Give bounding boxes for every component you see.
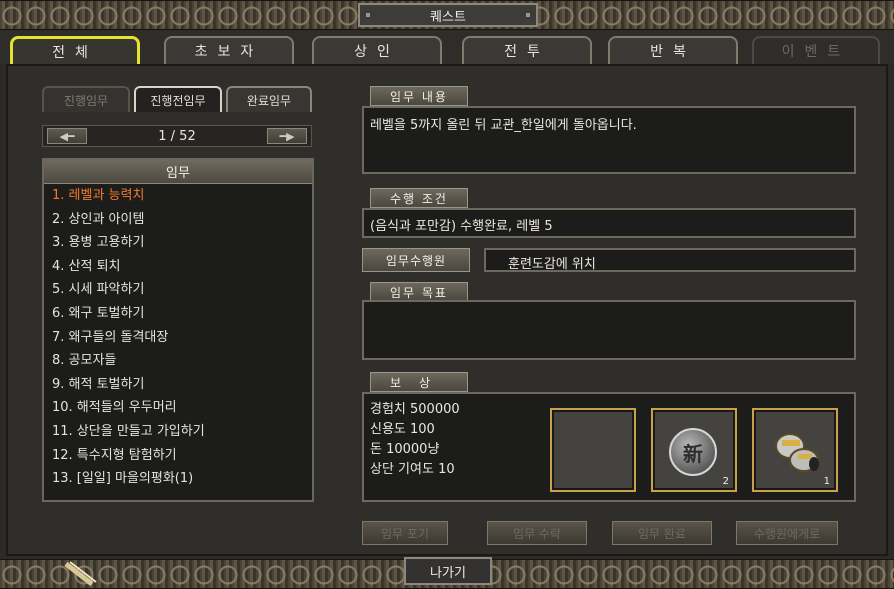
window-title: 퀘스트 [358,3,538,27]
subtab-in-progress[interactable]: 진행임무 [42,86,130,112]
quest-list-item[interactable]: 12. 특수지형 탐험하기 [44,444,312,468]
reward-slot-coin[interactable]: 新 2 [651,408,737,492]
goal-box [362,300,856,360]
condition-text: (음식과 포만감) 수행완료, 레벨 5 [370,219,553,234]
quest-list-item[interactable]: 11. 상단을 만들고 가입하기 [44,420,312,444]
page-indicator: 1 / 52 [158,128,196,144]
subtab-not-started[interactable]: 진행전임무 [134,86,222,112]
exit-button[interactable]: 나가기 [404,557,492,585]
quest-list-item[interactable]: 6. 왜구 토벌하기 [44,302,312,326]
quest-list-panel: 임무 1. 레벨과 능력치 2. 상인과 아이템 3. 용병 고용하기 4. 산적 퇴… [42,158,314,502]
abandon-quest-button[interactable]: 임무 포기 [362,521,448,545]
tab-merchant[interactable]: 상인 [312,36,442,64]
quest-list-item[interactable]: 5. 시세 파악하기 [44,278,312,302]
prev-page-button[interactable]: ◀━ [47,128,87,144]
content-text: 레벨을 5까지 올린 뒤 교관_한일에게 돌아옵니다. [370,118,637,133]
tab-event[interactable]: 이벤트 [752,36,880,64]
accept-quest-button[interactable]: 임무 수락 [487,521,587,545]
quest-list-item[interactable]: 9. 해적 토벌하기 [44,373,312,397]
tab-battle[interactable]: 전투 [462,36,592,64]
quest-list-item[interactable]: 3. 용병 고용하기 [44,231,312,255]
tab-all[interactable]: 전체 [10,36,140,64]
condition-box: (음식과 포만감) 수행완료, 레벨 5 [362,208,856,238]
quest-list-item[interactable]: 10. 해적들의 우두머리 [44,396,312,420]
agent-box: 훈련도감에 위치 [484,248,856,272]
goal-label: 임무 목표 [370,282,468,302]
item-count: 2 [722,476,729,487]
quest-list-item[interactable]: 8. 공모자들 [44,349,312,373]
agent-text: 훈련도감에 위치 [508,257,596,272]
category-tabbar: 전체 초보자 상인 전투 반복 이벤트 [0,30,894,64]
subtab-completed[interactable]: 완료임무 [226,86,312,112]
agent-label: 임무수행원 [362,248,470,272]
go-to-agent-button[interactable]: 수행원에게로 [736,521,838,545]
scroll-decoration-icon [64,561,97,586]
reward-label: 보상 [370,372,468,392]
quest-list-item[interactable]: 7. 왜구들의 돌격대장 [44,326,312,350]
content-label: 임무 내용 [370,86,468,106]
left-arrow-icon: ◀━ [59,129,75,143]
quest-list-header: 임무 [44,160,312,184]
quest-list-item[interactable]: 2. 상인과 아이템 [44,208,312,232]
item-count: 1 [823,476,830,487]
quest-list-item[interactable]: 13. [일일] 마을의평화(1) [44,467,312,491]
reward-slot-gauntlet[interactable]: 1 [752,408,838,492]
tab-beginner[interactable]: 초보자 [164,36,294,64]
quest-list-item[interactable]: 1. 레벨과 능력치 [44,184,312,208]
quest-pager: ◀━ 1 / 52 ━▶ [42,125,312,147]
content-box: 레벨을 5까지 올린 뒤 교관_한일에게 돌아옵니다. [362,106,856,174]
reward-slot-empty[interactable] [550,408,636,492]
tab-repeat[interactable]: 반복 [608,36,738,64]
quest-window: 퀘스트 전체 초보자 상인 전투 반복 이벤트 진행임무 진행전임무 완료임무 … [0,0,894,589]
condition-label: 수행 조건 [370,188,468,208]
quest-list-item[interactable]: 4. 산적 퇴치 [44,255,312,279]
next-page-button[interactable]: ━▶ [267,128,307,144]
gauntlet-icon [775,433,819,472]
complete-quest-button[interactable]: 임무 완료 [612,521,712,545]
right-arrow-icon: ━▶ [279,129,295,143]
quest-list: 1. 레벨과 능력치 2. 상인과 아이템 3. 용병 고용하기 4. 산적 퇴치 5.… [44,184,312,491]
new-coin-icon: 新 [669,428,717,476]
